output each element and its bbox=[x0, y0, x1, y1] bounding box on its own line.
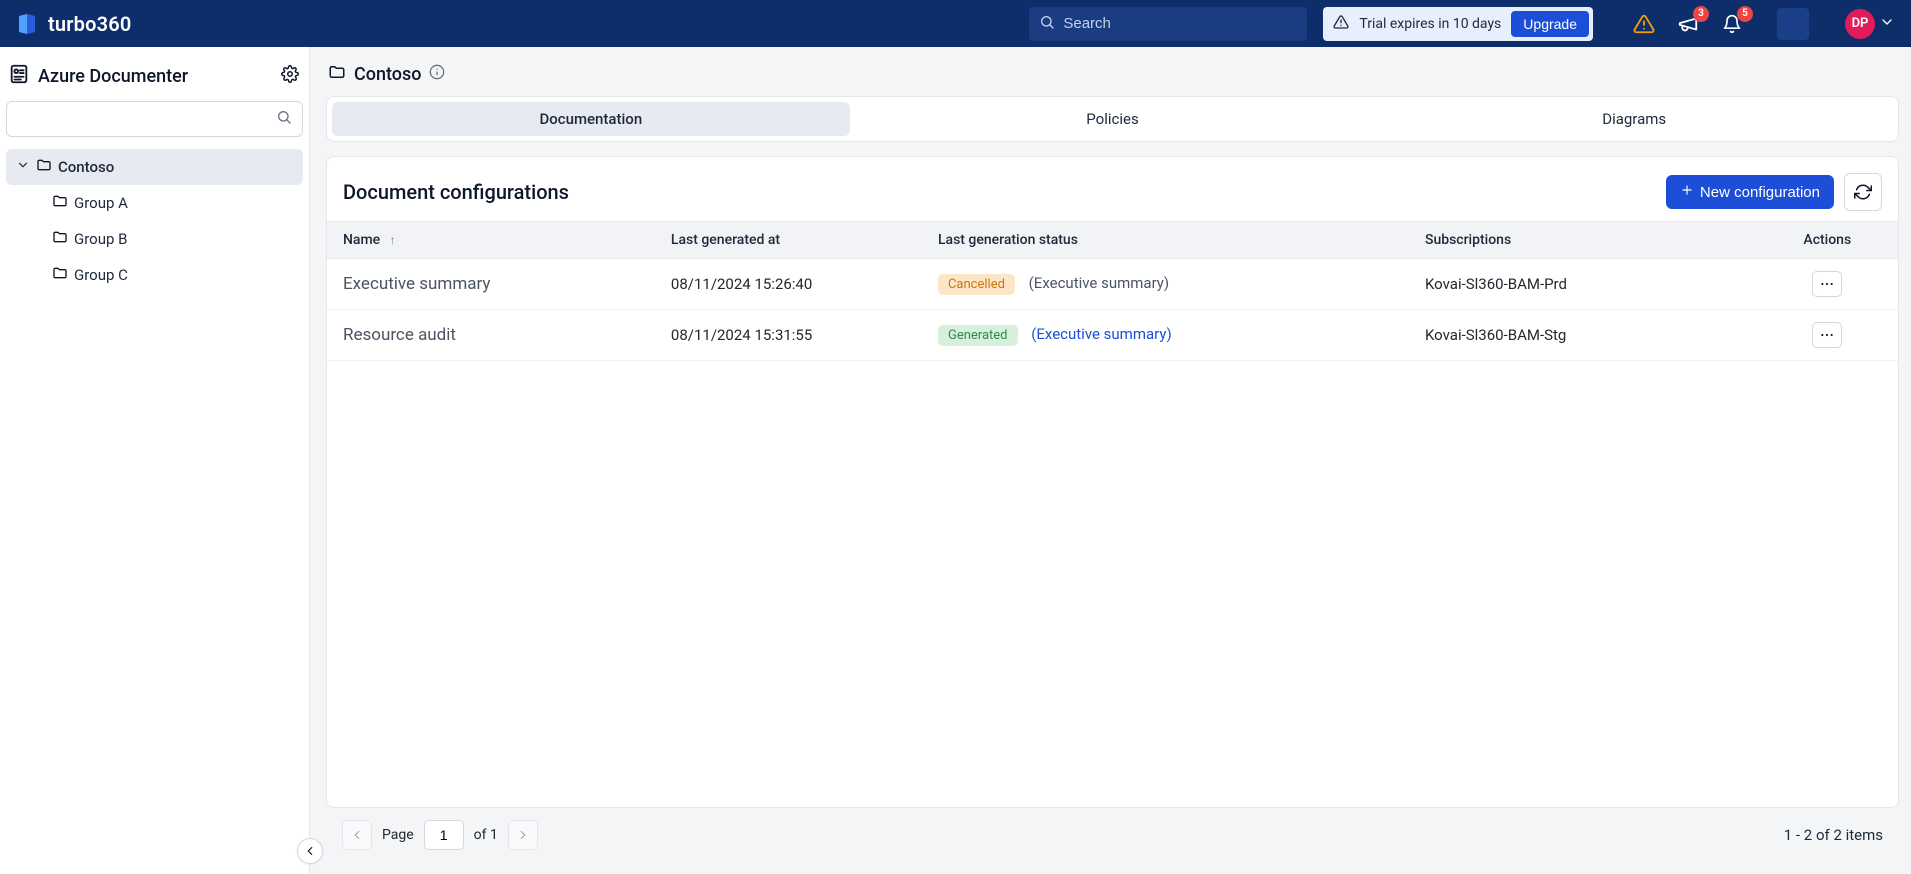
sidebar: Azure Documenter Contoso Group A Group B… bbox=[0, 47, 310, 874]
row-actions-button[interactable] bbox=[1812, 271, 1842, 297]
tree-item[interactable]: Group C bbox=[6, 257, 303, 293]
sidebar-search-input[interactable] bbox=[17, 110, 276, 128]
cell-status: Cancelled (Executive summary) bbox=[924, 259, 1411, 310]
folder-icon bbox=[52, 193, 68, 213]
chevron-down-icon bbox=[1879, 14, 1895, 34]
cell-actions bbox=[1757, 310, 1898, 361]
brand-text: turbo360 bbox=[48, 12, 132, 36]
upgrade-button[interactable]: Upgrade bbox=[1511, 11, 1589, 37]
main-content: Contoso DocumentationPoliciesDiagrams Do… bbox=[310, 47, 1911, 874]
sidebar-settings-button[interactable] bbox=[281, 65, 299, 87]
theme-toggle[interactable] bbox=[1777, 8, 1809, 40]
info-icon[interactable] bbox=[429, 64, 445, 85]
avatar: DP bbox=[1845, 9, 1875, 39]
tree-item[interactable]: Group A bbox=[6, 185, 303, 221]
pager-of-text: of 1 bbox=[474, 827, 498, 843]
cell-last-gen-at: 08/11/2024 15:31:55 bbox=[657, 310, 924, 361]
tree-item-label: Group A bbox=[74, 194, 128, 212]
brand[interactable]: turbo360 bbox=[10, 11, 132, 37]
row-actions-button[interactable] bbox=[1812, 322, 1842, 348]
notifications-icon[interactable]: 5 bbox=[1719, 11, 1745, 37]
refresh-button[interactable] bbox=[1844, 173, 1882, 211]
announcements-icon[interactable]: 3 bbox=[1675, 11, 1701, 37]
col-name[interactable]: Name ↑ bbox=[327, 222, 657, 259]
pager-prev-button[interactable] bbox=[342, 820, 372, 850]
cell-actions bbox=[1757, 259, 1898, 310]
new-configuration-label: New configuration bbox=[1700, 184, 1820, 201]
col-subscriptions[interactable]: Subscriptions bbox=[1411, 222, 1757, 259]
status-pill: Generated bbox=[938, 325, 1018, 346]
pager-next-button[interactable] bbox=[508, 820, 538, 850]
sidebar-title: Azure Documenter bbox=[38, 66, 273, 87]
sidebar-collapse-button[interactable] bbox=[297, 838, 323, 864]
configurations-panel: Document configurations New configuratio… bbox=[326, 156, 1899, 808]
warning-icon bbox=[1333, 14, 1349, 34]
cell-status: Generated (Executive summary) bbox=[924, 310, 1411, 361]
tab-strip: DocumentationPoliciesDiagrams bbox=[326, 96, 1899, 142]
trial-banner: Trial expires in 10 days Upgrade bbox=[1323, 7, 1593, 41]
tab[interactable]: Policies bbox=[854, 102, 1372, 136]
breadcrumb: Contoso bbox=[326, 59, 1899, 96]
col-actions: Actions bbox=[1757, 222, 1898, 259]
cell-last-gen-at: 08/11/2024 15:26:40 bbox=[657, 259, 924, 310]
global-search[interactable] bbox=[1029, 7, 1307, 41]
chevron-down-icon bbox=[16, 158, 30, 176]
sidebar-search[interactable] bbox=[6, 101, 303, 137]
module-icon bbox=[8, 63, 30, 89]
alerts-icon[interactable] bbox=[1631, 11, 1657, 37]
tree-item[interactable]: Group B bbox=[6, 221, 303, 257]
tab[interactable]: Diagrams bbox=[1375, 102, 1893, 136]
table-row: Resource audit 08/11/2024 15:31:55 Gener… bbox=[327, 310, 1898, 361]
table-row: Executive summary 08/11/2024 15:26:40 Ca… bbox=[327, 259, 1898, 310]
brand-mark-icon bbox=[14, 11, 40, 37]
search-icon bbox=[1039, 14, 1055, 34]
tree-item-label: Group B bbox=[74, 230, 127, 248]
status-extra: (Executive summary) bbox=[1029, 274, 1169, 292]
plus-icon bbox=[1680, 183, 1694, 201]
search-icon bbox=[276, 109, 292, 129]
col-last-gen-at[interactable]: Last generated at bbox=[657, 222, 924, 259]
cell-name[interactable]: Resource audit bbox=[327, 310, 657, 361]
top-header: turbo360 Trial expires in 10 days Upgrad… bbox=[0, 0, 1911, 47]
panel-title: Document configurations bbox=[343, 180, 1666, 204]
trial-text: Trial expires in 10 days bbox=[1359, 16, 1501, 32]
cell-subscription: Kovai-Sl360-BAM-Stg bbox=[1411, 310, 1757, 361]
cell-subscription: Kovai-Sl360-BAM-Prd bbox=[1411, 259, 1757, 310]
breadcrumb-name: Contoso bbox=[354, 64, 421, 85]
tree-item-label: Group C bbox=[74, 266, 128, 284]
configurations-table: Name ↑ Last generated at Last generation… bbox=[327, 221, 1898, 361]
folder-icon bbox=[36, 157, 52, 177]
col-last-gen-status[interactable]: Last generation status bbox=[924, 222, 1411, 259]
pager-page-input[interactable] bbox=[424, 820, 464, 850]
sidebar-tree: Contoso Group A Group B Group C bbox=[6, 145, 303, 293]
sort-asc-icon: ↑ bbox=[390, 233, 396, 247]
tree-root[interactable]: Contoso bbox=[6, 149, 303, 185]
tree-root-label: Contoso bbox=[58, 158, 114, 176]
global-search-input[interactable] bbox=[1055, 14, 1297, 33]
pager-page-label: Page bbox=[382, 827, 414, 843]
folder-icon bbox=[52, 265, 68, 285]
status-pill: Cancelled bbox=[938, 274, 1015, 295]
new-configuration-button[interactable]: New configuration bbox=[1666, 175, 1834, 209]
pager-summary: 1 - 2 of 2 items bbox=[1784, 826, 1883, 844]
tab[interactable]: Documentation bbox=[332, 102, 850, 136]
top-icon-group: 3 5 DP bbox=[1601, 8, 1901, 40]
pager: Page of 1 1 - 2 of 2 items bbox=[326, 808, 1899, 862]
user-menu[interactable]: DP bbox=[1845, 9, 1901, 39]
notifications-badge: 5 bbox=[1737, 6, 1753, 22]
folder-icon bbox=[328, 63, 346, 86]
folder-icon bbox=[52, 229, 68, 249]
announcements-badge: 3 bbox=[1693, 6, 1709, 22]
cell-name[interactable]: Executive summary bbox=[327, 259, 657, 310]
status-extra-link[interactable]: (Executive summary) bbox=[1031, 325, 1171, 343]
